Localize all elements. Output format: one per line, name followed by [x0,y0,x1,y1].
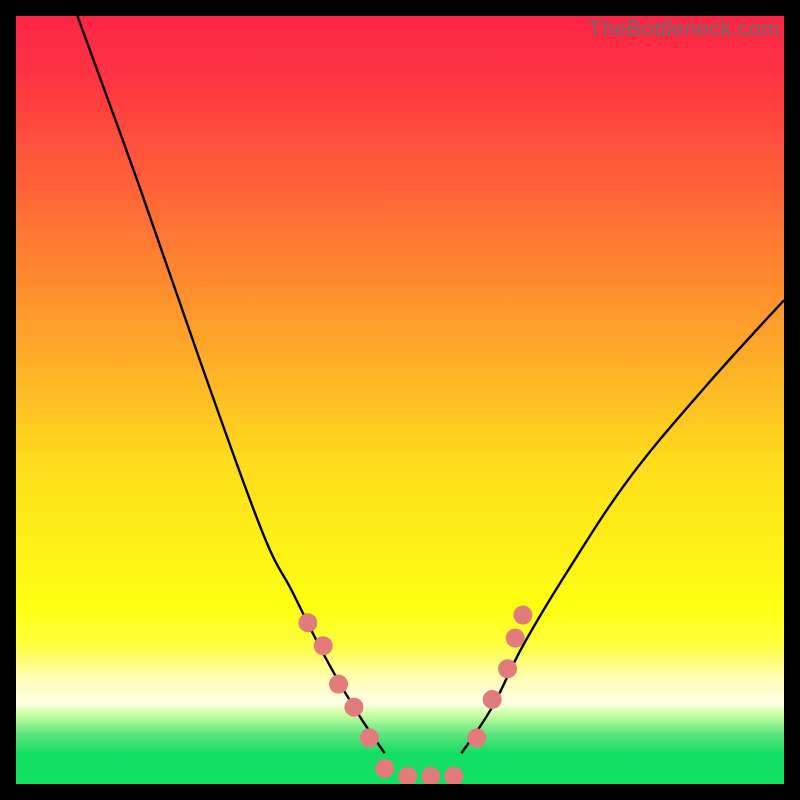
marker-dot [298,613,317,632]
marker-dot [498,659,517,678]
marker-dot [513,606,532,625]
chart-frame: TheBottleneck.com [0,0,800,800]
marker-dot [506,629,525,648]
chart-plot-area [16,16,784,784]
marker-dot [344,698,363,717]
marker-dot [467,728,486,747]
marker-dot [329,675,348,694]
marker-dot [360,728,379,747]
marker-dot [314,636,333,655]
watermark-text: TheBottleneck.com [588,16,780,42]
chart-background-gradient [16,16,784,784]
marker-dot [375,759,394,778]
marker-dot [483,690,502,709]
